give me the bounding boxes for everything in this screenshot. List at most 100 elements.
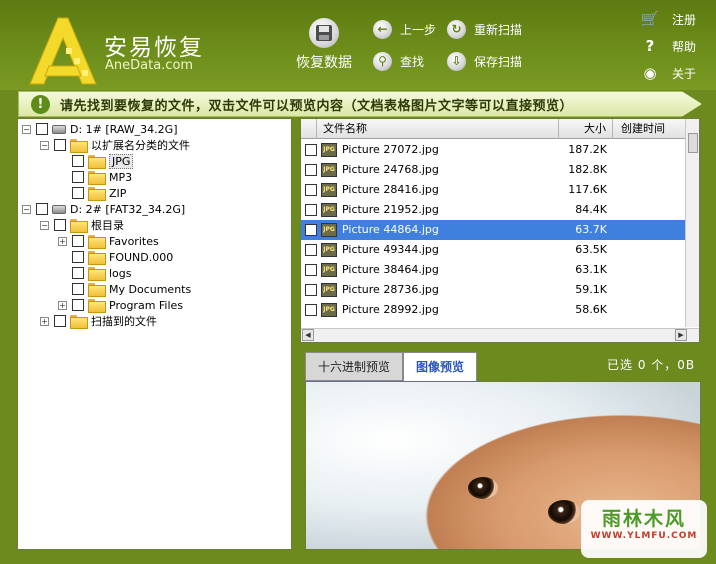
tree-node-favorites[interactable]: + Favorites [58,233,159,249]
vertical-scrollbar[interactable] [685,119,699,327]
rescan-button[interactable]: ↻ 重新扫描 [447,18,522,40]
prev-step-label: 上一步 [400,22,437,37]
tree-node-zip[interactable]: ZIP [58,185,126,201]
table-row[interactable]: JPG Picture 28736.jpg 59.1K [301,280,687,300]
tree-node-program-files[interactable]: + Program Files [58,297,183,313]
table-row[interactable]: JPG Picture 44864.jpg 63.7K [301,220,687,240]
file-checkbox[interactable] [305,144,317,156]
mp3-checkbox[interactable] [72,171,84,183]
file-name: Picture 44864.jpg [342,223,439,236]
file-checkbox[interactable] [305,284,317,296]
file-list: 文件名称 大小 创建时间 JPG Picture 27072.jpg 187.2K J… [300,118,700,343]
file-checkbox[interactable] [305,204,317,216]
tree-node-drive1[interactable]: − D: 1# [RAW_34.2G] [22,121,177,137]
program-files-checkbox[interactable] [72,299,84,311]
jpg-label: JPG [109,153,134,169]
col-header-created[interactable]: 创建时间 [613,119,687,139]
file-checkbox[interactable] [305,224,317,236]
scroll-right-icon[interactable]: ▶ [675,329,687,341]
logs-checkbox[interactable] [72,267,84,279]
arrow-left-icon: ← [373,19,392,39]
tree-node-found[interactable]: FOUND.000 [58,249,173,265]
jpg-file-icon: JPG [321,183,337,197]
file-name: Picture 49344.jpg [342,243,439,256]
tree-node-logs[interactable]: logs [58,265,132,281]
help-label: 帮助 [672,39,697,54]
save-scan-button[interactable]: ⇩ 保存扫描 [447,50,522,72]
file-checkbox[interactable] [305,184,317,196]
scrollbar-thumb[interactable] [688,133,698,153]
zip-checkbox[interactable] [72,187,84,199]
preview-eye-right [548,500,580,524]
about-button[interactable]: ◉ 关于 [640,62,696,84]
file-name: Picture 28992.jpg [342,303,439,316]
tab-image-preview[interactable]: 图像预览 [403,352,478,381]
table-row[interactable]: JPG Picture 21952.jpg 84.4K [301,200,687,220]
col-header-name[interactable]: 文件名称 [317,119,559,139]
file-checkbox[interactable] [305,244,317,256]
file-size: 59.1K [575,283,607,296]
drive2-checkbox[interactable] [36,203,48,215]
folder-icon [88,251,106,265]
tree-node-jpg[interactable]: JPG [58,153,134,169]
drive1-label: D: 1# [RAW_34.2G] [70,122,178,136]
question-icon: ? [645,37,655,55]
find-label: 查找 [400,54,425,69]
expand-icon[interactable]: + [58,236,67,246]
watermark-title: 雨林木风 [601,508,686,530]
file-checkbox[interactable] [305,264,317,276]
jpg-file-icon: JPG [321,163,337,177]
root-checkbox[interactable] [54,219,66,231]
file-checkbox[interactable] [305,164,317,176]
table-row[interactable]: JPG Picture 28992.jpg 58.6K [301,300,687,320]
collapse-icon[interactable]: − [22,204,31,214]
file-size: 117.6K [568,183,607,196]
found-checkbox[interactable] [72,251,84,263]
file-size: 63.1K [575,263,607,276]
table-row[interactable]: JPG Picture 49344.jpg 63.5K [301,240,687,260]
collapse-icon[interactable]: − [40,140,49,150]
register-button[interactable]: 🛒 注册 [640,8,696,30]
jpg-checkbox[interactable] [72,155,84,167]
collapse-icon[interactable]: − [22,124,31,134]
find-button[interactable]: ⚲ 查找 [373,50,424,72]
app-header: 安易恢复 AneData.com 恢复数据 ← 上一步 ↻ 重新扫描 ⚲ 查找 … [0,0,716,90]
collapse-icon[interactable]: − [40,220,49,230]
tree-node-ext-group[interactable]: − 以扩展名分类的文件 [40,137,190,153]
table-row[interactable]: JPG Picture 24768.jpg 182.8K [301,160,687,180]
tab-hex-preview[interactable]: 十六进制预览 [305,352,404,381]
app-subtitle: AneData.com [105,58,194,73]
expand-icon[interactable]: + [40,316,49,326]
table-row[interactable]: JPG Picture 38464.jpg 63.1K [301,260,687,280]
scanned-checkbox[interactable] [54,315,66,327]
folder-icon [70,219,88,233]
ext-group-checkbox[interactable] [54,139,66,151]
jpg-file-icon: JPG [321,303,337,317]
tree-node-root[interactable]: − 根目录 [40,217,124,233]
scroll-left-icon[interactable]: ◀ [302,329,314,341]
file-checkbox[interactable] [305,304,317,316]
directory-tree: − D: 1# [RAW_34.2G] − 以扩展名分类的文件 JPG MP3 … [17,118,292,550]
horizontal-scrollbar[interactable]: ◀ ▶ [301,328,699,342]
table-row[interactable]: JPG Picture 28416.jpg 117.6K [301,180,687,200]
tree-node-drive2[interactable]: − D: 2# [FAT32_34.2G] [22,201,185,217]
col-header-size[interactable]: 大小 [559,119,613,139]
search-icon: ⚲ [373,51,392,71]
mp3-label: MP3 [109,170,133,184]
recover-data-button[interactable]: 恢复数据 [290,18,358,78]
help-button[interactable]: ? 帮助 [640,35,696,57]
hard-drive-icon [52,124,66,134]
preview-eye-left [468,477,498,499]
expand-icon[interactable]: + [58,300,67,310]
table-row[interactable]: JPG Picture 27072.jpg 187.2K [301,140,687,160]
tree-node-scanned[interactable]: + 扫描到的文件 [40,313,157,329]
favorites-checkbox[interactable] [72,235,84,247]
watermark-logo: 雨林木风 WWW.YLMFU.COM [581,500,707,558]
drive1-checkbox[interactable] [36,123,48,135]
tree-node-my-documents[interactable]: My Documents [58,281,191,297]
file-size: 63.5K [575,243,607,256]
folder-icon [70,315,88,329]
prev-step-button[interactable]: ← 上一步 [373,18,436,40]
tree-node-mp3[interactable]: MP3 [58,169,132,185]
my-documents-checkbox[interactable] [72,283,84,295]
